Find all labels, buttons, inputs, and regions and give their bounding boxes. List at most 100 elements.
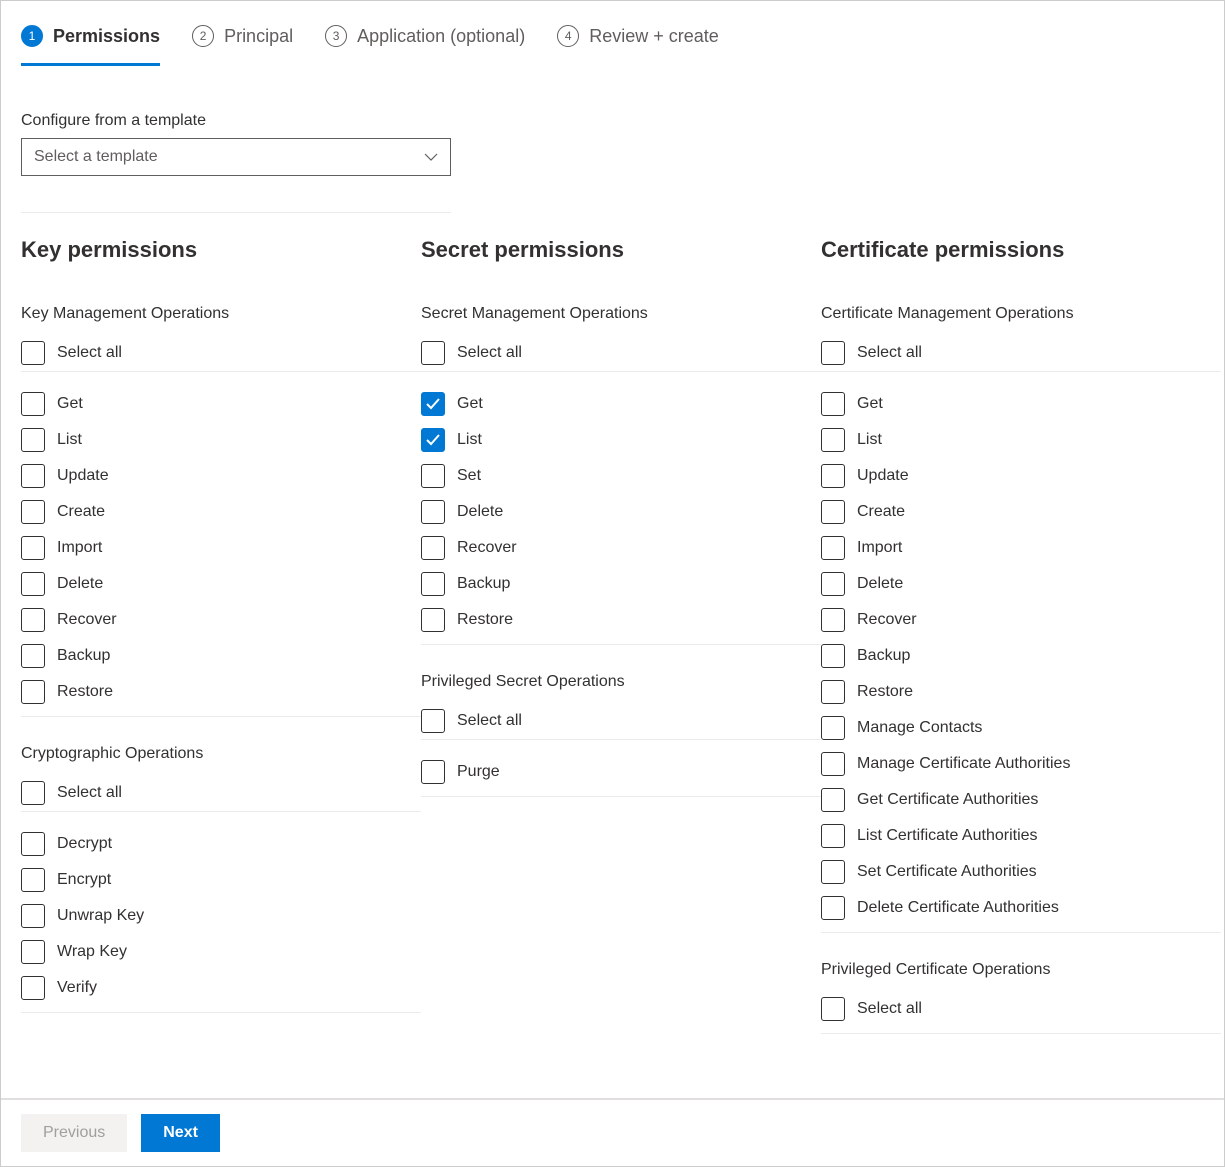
- permission-checkbox[interactable]: [821, 392, 845, 416]
- tab-number: 2: [192, 25, 214, 47]
- permission-checkbox[interactable]: [21, 904, 45, 928]
- permission-checkbox[interactable]: [821, 572, 845, 596]
- select-all-row: Select all: [821, 335, 1221, 372]
- permission-checkbox[interactable]: [821, 644, 845, 668]
- template-label: Configure from a template: [21, 112, 1204, 130]
- permission-item-delete: Delete: [421, 494, 821, 530]
- permission-item-select-all: Select all: [821, 991, 1221, 1034]
- group-title: Cryptographic Operations: [21, 745, 421, 763]
- select-all-label: Select all: [857, 344, 922, 362]
- permission-checkbox[interactable]: [21, 572, 45, 596]
- select-all-checkbox[interactable]: [421, 709, 445, 733]
- select-all-checkbox[interactable]: [21, 781, 45, 805]
- permission-checkbox[interactable]: [21, 940, 45, 964]
- group-title: Certificate Management Operations: [821, 305, 1221, 323]
- permission-checkbox[interactable]: [421, 536, 445, 560]
- permission-checkbox[interactable]: [421, 572, 445, 596]
- permission-label: Decrypt: [57, 835, 112, 853]
- permission-checkbox[interactable]: [21, 536, 45, 560]
- permission-checkbox[interactable]: [21, 464, 45, 488]
- divider: [21, 212, 451, 213]
- permission-label: List: [457, 431, 482, 449]
- permission-label: Select all: [857, 1000, 922, 1018]
- permission-checkbox[interactable]: [821, 788, 845, 812]
- permission-checkbox[interactable]: [21, 832, 45, 856]
- permission-checkbox[interactable]: [21, 392, 45, 416]
- permission-label: Unwrap Key: [57, 907, 144, 925]
- permission-checkbox[interactable]: [21, 608, 45, 632]
- permission-checkbox[interactable]: [421, 500, 445, 524]
- tab-review-create[interactable]: 4Review + create: [557, 25, 719, 66]
- permission-item-wrap-key: Wrap Key: [21, 934, 421, 970]
- permission-item-create: Create: [821, 494, 1221, 530]
- permission-checkbox[interactable]: [821, 896, 845, 920]
- permission-checkbox[interactable]: [821, 500, 845, 524]
- permission-label: Backup: [457, 575, 510, 593]
- permission-label: Restore: [57, 683, 113, 701]
- permission-checkbox[interactable]: [421, 760, 445, 784]
- tab-label: Review + create: [589, 26, 719, 47]
- permission-checkbox[interactable]: [21, 500, 45, 524]
- permission-checkbox[interactable]: [821, 608, 845, 632]
- wizard-tabs: 1Permissions 2Principal 3Application (opti…: [1, 1, 1224, 66]
- select-all-label: Select all: [457, 712, 522, 730]
- select-all-checkbox[interactable]: [21, 341, 45, 365]
- permission-item-set-certificate-authorities: Set Certificate Authorities: [821, 854, 1221, 890]
- tab-permissions[interactable]: 1Permissions: [21, 25, 160, 66]
- group-title: Privileged Certificate Operations: [821, 961, 1221, 979]
- permission-checkbox[interactable]: [421, 428, 445, 452]
- select-all-checkbox[interactable]: [421, 341, 445, 365]
- permission-label: Restore: [457, 611, 513, 629]
- permission-checkbox[interactable]: [21, 976, 45, 1000]
- group-secret-management-operations: Secret Management Operations Select all Ge…: [421, 305, 821, 645]
- template-select[interactable]: Select a template: [21, 138, 451, 176]
- select-all-checkbox[interactable]: [821, 341, 845, 365]
- footer: Previous Next: [1, 1098, 1224, 1166]
- tab-principal[interactable]: 2Principal: [192, 25, 293, 66]
- permission-label: Recover: [57, 611, 117, 629]
- previous-button[interactable]: Previous: [21, 1114, 127, 1152]
- permission-checkbox[interactable]: [821, 824, 845, 848]
- permission-checkbox[interactable]: [421, 608, 445, 632]
- permission-label: Recover: [857, 611, 917, 629]
- permission-label: Delete: [857, 575, 903, 593]
- permission-checkbox[interactable]: [421, 464, 445, 488]
- group-title: Key Management Operations: [21, 305, 421, 323]
- permission-label: Create: [857, 503, 905, 521]
- permissions-columns: Key permissions Key Management Operations…: [21, 237, 1204, 1062]
- permission-checkbox[interactable]: [821, 428, 845, 452]
- permission-label: Delete: [457, 503, 503, 521]
- permission-item-list: List: [21, 422, 421, 458]
- permission-checkbox[interactable]: [821, 860, 845, 884]
- group-title: Secret Management Operations: [421, 305, 821, 323]
- next-button[interactable]: Next: [141, 1114, 220, 1152]
- permission-label: Get: [857, 395, 883, 413]
- permission-checkbox[interactable]: [821, 464, 845, 488]
- column-secret-permissions: Secret permissionsSecret Management Oper…: [421, 237, 821, 1062]
- column-key-permissions: Key permissions Key Management Operations…: [21, 237, 421, 1062]
- permission-checkbox[interactable]: [21, 868, 45, 892]
- tab-number: 1: [21, 25, 43, 47]
- permission-item-recover: Recover: [21, 602, 421, 638]
- permission-item-delete-certificate-authorities: Delete Certificate Authorities: [821, 890, 1221, 933]
- permission-checkbox[interactable]: [421, 392, 445, 416]
- permission-checkbox[interactable]: [821, 752, 845, 776]
- permission-checkbox[interactable]: [821, 680, 845, 704]
- permission-item-get: Get: [421, 386, 821, 422]
- permission-item-list: List: [421, 422, 821, 458]
- permission-checkbox[interactable]: [821, 997, 845, 1021]
- select-all-row: Select all: [421, 335, 821, 372]
- permission-label: Restore: [857, 683, 913, 701]
- permission-checkbox[interactable]: [21, 428, 45, 452]
- permission-label: Backup: [57, 647, 110, 665]
- permission-item-restore: Restore: [821, 674, 1221, 710]
- select-all-row: Select all: [21, 335, 421, 372]
- permission-checkbox[interactable]: [21, 680, 45, 704]
- permission-checkbox[interactable]: [821, 536, 845, 560]
- column-title: Key permissions: [21, 237, 421, 263]
- permission-checkbox[interactable]: [821, 716, 845, 740]
- permission-item-backup: Backup: [421, 566, 821, 602]
- tab-number: 3: [325, 25, 347, 47]
- permission-checkbox[interactable]: [21, 644, 45, 668]
- tab-application-optional-[interactable]: 3Application (optional): [325, 25, 525, 66]
